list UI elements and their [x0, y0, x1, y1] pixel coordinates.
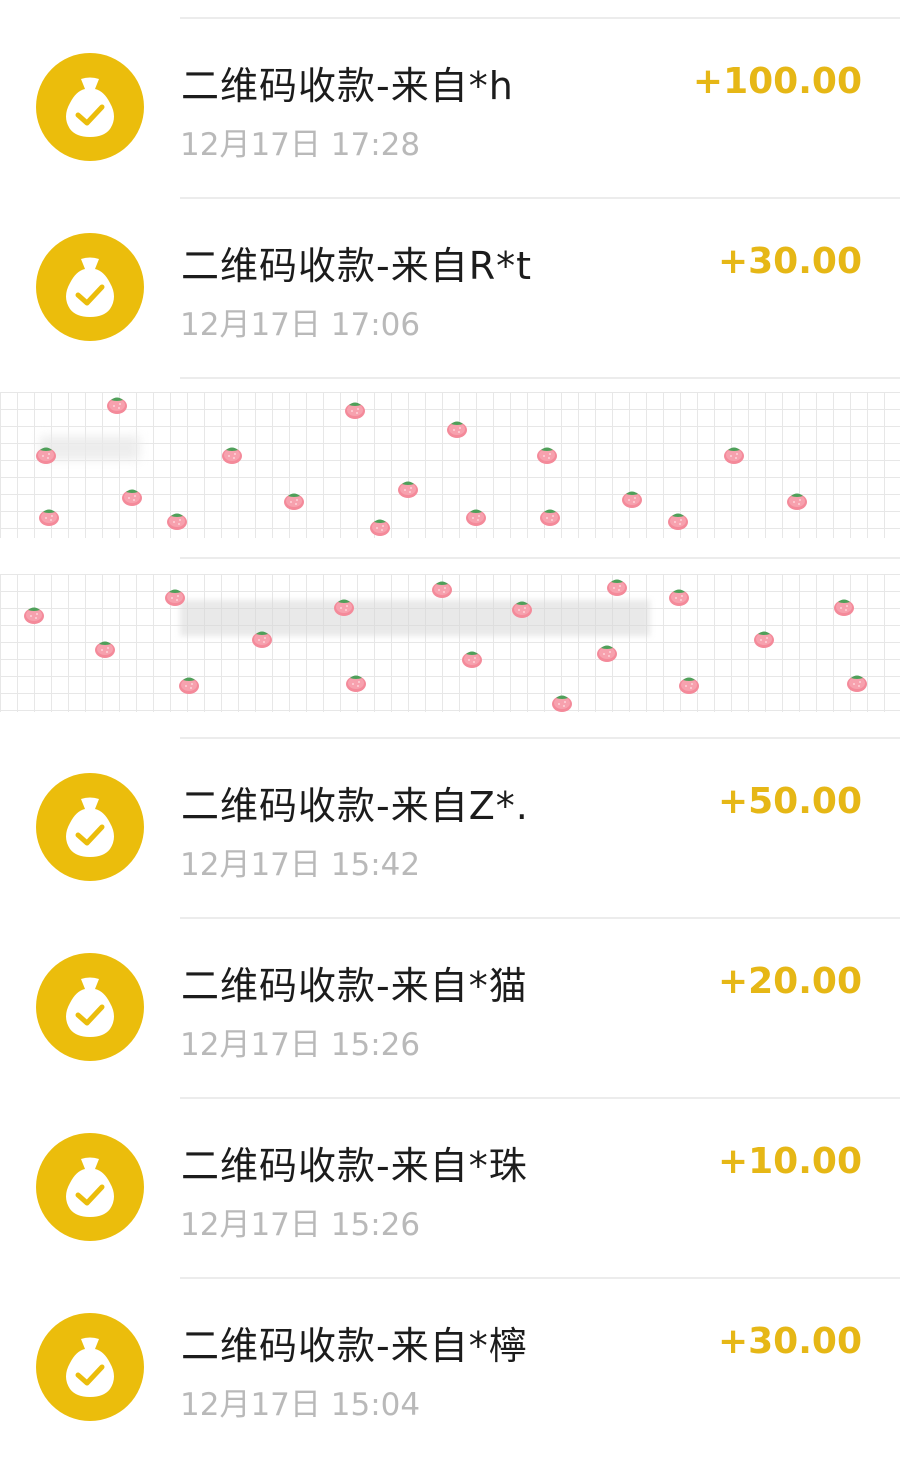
- strawberry-icon: [432, 581, 452, 598]
- strawberry-icon: [24, 607, 44, 624]
- strawberry-icon: [345, 402, 365, 419]
- transaction-title: 二维码收款-来自Z*.: [181, 784, 529, 828]
- transaction-time: 12月17日 15:04: [180, 1387, 421, 1423]
- transaction-time: 12月17日 15:26: [180, 1027, 421, 1063]
- strawberry-icon: [847, 675, 867, 692]
- strawberry-icon: [466, 509, 486, 526]
- strawberry-icon: [512, 601, 532, 618]
- strawberry-icon: [754, 631, 774, 648]
- strawberry-icon: [334, 599, 354, 616]
- strawberry-icon: [462, 651, 482, 668]
- strawberry-icon: [222, 447, 242, 464]
- money-bag-check-icon: [36, 53, 144, 161]
- strawberry-icon: [607, 579, 627, 596]
- transaction-row[interactable]: 二维码收款-来自*h 12月17日 17:28 +100.00: [0, 19, 900, 199]
- row-divider: [180, 377, 900, 379]
- strawberry-icon: [346, 675, 366, 692]
- strawberry-icon: [36, 447, 56, 464]
- transaction-time: 12月17日 17:06: [180, 307, 421, 343]
- transaction-time: 12月17日 15:26: [180, 1207, 421, 1243]
- strawberry-icon: [552, 695, 572, 712]
- transaction-amount: +100.00: [692, 61, 862, 102]
- strawberry-icon: [167, 513, 187, 530]
- transaction-amount: +30.00: [717, 1321, 862, 1362]
- transaction-row[interactable]: 二维码收款-来自*珠 12月17日 15:26 +10.00: [0, 1099, 900, 1279]
- transaction-time: 12月17日 17:28: [180, 127, 421, 163]
- transaction-row[interactable]: 二维码收款-来自*檸 12月17日 15:04 +30.00: [0, 1279, 900, 1459]
- strawberry-icon: [398, 481, 418, 498]
- transaction-row[interactable]: 二维码收款-来自R*t 12月17日 17:06 +30.00: [0, 199, 900, 379]
- strawberry-icon: [668, 513, 688, 530]
- strawberry-icon: [122, 489, 142, 506]
- strawberry-icon: [165, 589, 185, 606]
- strawberry-icon: [622, 491, 642, 508]
- transaction-title: 二维码收款-来自R*t: [181, 244, 533, 288]
- money-bag-check-icon: [36, 773, 144, 881]
- transaction-title: 二维码收款-来自*檸: [181, 1324, 528, 1368]
- strawberry-icon: [724, 447, 744, 464]
- transaction-amount: +10.00: [717, 1141, 862, 1182]
- strawberry-icon: [39, 509, 59, 526]
- money-bag-check-icon: [36, 953, 144, 1061]
- sticker-overlay: [0, 392, 900, 538]
- strawberry-icon: [669, 589, 689, 606]
- money-bag-check-icon: [36, 1313, 144, 1421]
- strawberry-icon: [284, 493, 304, 510]
- strawberry-icon: [252, 631, 272, 648]
- transaction-row[interactable]: 二维码收款-来自*猫 12月17日 15:26 +20.00: [0, 919, 900, 1099]
- transaction-title: 二维码收款-来自*珠: [181, 1144, 528, 1188]
- transaction-amount: +30.00: [717, 241, 862, 282]
- transaction-row[interactable]: 二维码收款-来自Z*. 12月17日 15:42 +50.00: [0, 739, 900, 919]
- transaction-list: 二维码收款-来自*h 12月17日 17:28 +100.00 二维码收款-来自…: [0, 0, 900, 1423]
- strawberry-icon: [540, 509, 560, 526]
- strawberry-icon: [107, 397, 127, 414]
- strawberry-icon: [597, 645, 617, 662]
- row-divider: [180, 557, 900, 559]
- strawberry-icon: [679, 677, 699, 694]
- strawberry-icon: [447, 421, 467, 438]
- transaction-title: 二维码收款-来自*猫: [181, 964, 528, 1008]
- strawberry-icon: [834, 599, 854, 616]
- strawberry-icon: [370, 519, 390, 536]
- transaction-amount: +50.00: [717, 781, 862, 822]
- strawberry-icon: [95, 641, 115, 658]
- money-bag-check-icon: [36, 233, 144, 341]
- money-bag-check-icon: [36, 1133, 144, 1241]
- strawberry-icon: [179, 677, 199, 694]
- transaction-time: 12月17日 15:42: [180, 847, 421, 883]
- strawberry-icon: [787, 493, 807, 510]
- strawberry-icon: [537, 447, 557, 464]
- transaction-amount: +20.00: [717, 961, 862, 1002]
- transaction-title: 二维码收款-来自*h: [181, 64, 514, 108]
- sticker-overlay: [0, 574, 900, 712]
